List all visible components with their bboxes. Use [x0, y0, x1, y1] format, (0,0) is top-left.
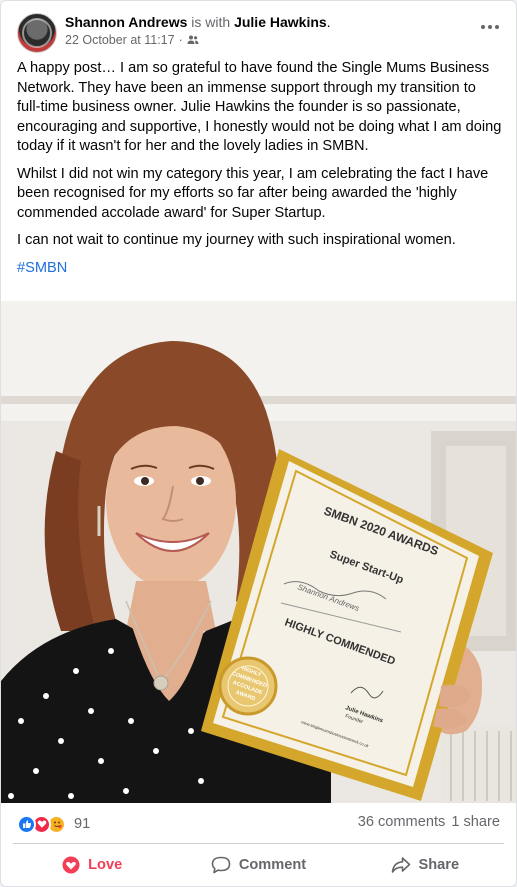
tagged-suffix: . [326, 14, 331, 30]
post-header: Shannon Andrews is with Julie Hawkins. 2… [1, 1, 516, 57]
love-button[interactable]: Love [9, 847, 175, 883]
reaction-count[interactable]: 91 [74, 816, 90, 832]
reactions-summary[interactable]: 91 [17, 813, 90, 835]
share-label: Share [418, 857, 460, 873]
post-actions: Love Comment Share [9, 847, 508, 883]
author-avatar[interactable] [17, 13, 57, 53]
like-reaction-icon [17, 814, 36, 834]
love-label: Love [88, 857, 123, 873]
post-paragraph: Whilst I did not win my category this ye… [17, 165, 489, 221]
comment-icon [211, 856, 231, 874]
share-button[interactable]: Share [342, 847, 508, 883]
tagged-name[interactable]: Julie Hawkins [234, 14, 327, 30]
love-icon [62, 856, 80, 874]
post-paragraph: A happy post… I am so grateful to have f… [17, 60, 502, 154]
comments-count[interactable]: 36 comments [358, 814, 446, 830]
with-text: is with [191, 14, 231, 30]
post-date[interactable]: 22 October at 11:17 [65, 32, 175, 48]
hashtag-link[interactable]: #SMBN [17, 260, 67, 276]
share-icon [391, 856, 411, 874]
engagement-counts: 36 comments 1 share [358, 814, 500, 830]
post-meta: 22 October at 11:17 · [65, 32, 199, 48]
meta-separator: · [178, 33, 183, 47]
actions-divider [13, 843, 504, 844]
author-name[interactable]: Shannon Andrews [65, 14, 187, 30]
more-options-icon[interactable] [476, 15, 504, 39]
post-card: Shannon Andrews is with Julie Hawkins. 2… [0, 0, 517, 887]
friends-icon[interactable] [187, 34, 199, 46]
comment-button[interactable]: Comment [175, 847, 341, 883]
post-photo[interactable]: SMBN 2020 AWARDS Super Start-Up Shannon … [1, 301, 516, 803]
author-line: Shannon Andrews is with Julie Hawkins. [65, 13, 331, 31]
post-paragraph: I can not wait to continue my journey wi… [17, 232, 456, 248]
comment-label: Comment [238, 857, 307, 873]
post-text: A happy post… I am so grateful to have f… [17, 59, 503, 286]
shares-count[interactable]: 1 share [451, 814, 500, 830]
